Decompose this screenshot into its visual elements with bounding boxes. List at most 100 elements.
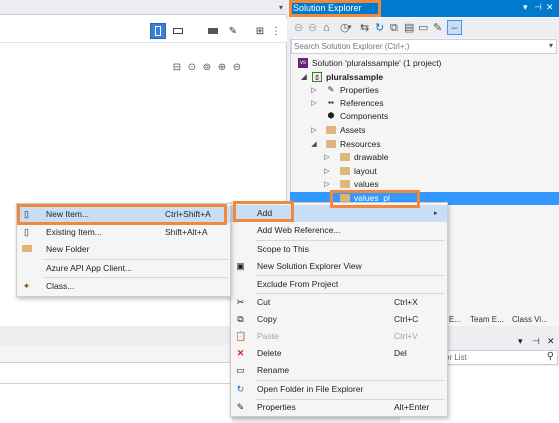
dropdown-icon[interactable]: ▾ [518,336,523,347]
new-folder-icon [21,244,32,255]
menu-item-class[interactable]: ✦ Class... [17,278,230,295]
tab-class-view[interactable]: Class Vi... [512,315,548,324]
zoom-in-icon[interactable]: ⊕ [215,61,229,75]
menu-item-existing-item[interactable]: ▯ Existing Item... Shift+Alt+A [17,224,230,241]
menu-item-new-folder[interactable]: New Folder [17,241,230,258]
tree-item-values[interactable]: ▷ values [290,178,559,191]
settings-icon[interactable]: ⋮ [268,23,284,39]
menu-item-add[interactable]: Add ▸ [231,205,447,222]
collapsed-arrow-icon[interactable]: ▷ [323,165,331,178]
phone-landscape-icon[interactable] [170,23,186,39]
chevron-down-icon[interactable]: ▾ [279,3,283,12]
minimize-icon[interactable]: ‒ [447,20,462,35]
zoom-actual-icon[interactable]: ⊙ [185,61,199,75]
folder-icon [340,167,350,175]
folder-icon [340,180,350,188]
collapse-all-icon[interactable]: ⧉ [390,21,398,35]
folder-icon [326,140,336,148]
tree-item-assets[interactable]: ▷ Assets [290,124,559,137]
existing-item-icon: ▯ [24,227,29,237]
solution-explorer-title: Solution Explorer [293,3,362,13]
collapsed-arrow-icon[interactable]: ▷ [310,97,318,110]
cut-icon: ✂ [236,297,245,307]
collapsed-arrow-icon[interactable]: ▷ [323,151,331,164]
submenu-arrow-icon: ▸ [434,210,438,217]
zoom-out-icon[interactable]: ⊖ [230,61,244,75]
tree-item-components[interactable]: ⬢ Components [290,110,559,123]
expanded-arrow-icon[interactable]: ◢ [300,71,308,84]
view-code-icon[interactable]: ▭ [418,21,428,35]
references-icon: ▪▪ [328,98,334,107]
folder-icon [340,153,350,161]
solution-explorer-toolbar: ⊖ ⊖ ⌂ ◷ ▾ ⇆ ↻ ⧉ ▤ ▭ ✎ ‒ [290,18,559,38]
tree-item-project[interactable]: ◢ ▯ pluralssample [290,71,559,84]
phone-portrait-icon[interactable] [150,23,166,39]
menu-item-properties[interactable]: ✎ Properties Alt+Enter [231,399,447,416]
new-view-icon: ▣ [236,261,245,271]
folder-icon [326,126,336,134]
components-icon: ⬢ [327,111,335,120]
editor-tab-strip: ▾ [0,0,287,15]
delete-icon: ✕ [236,348,245,358]
context-menu: Add ▸ Add Web Reference... Scope to This… [230,202,448,417]
tree-item-layout[interactable]: ▷ layout [290,165,559,178]
menu-item-new-solution-explorer-view[interactable]: ▣ New Solution Explorer View [231,258,447,275]
collapsed-arrow-icon[interactable]: ▷ [310,124,318,137]
menu-item-copy[interactable]: ⧉ Copy Ctrl+C [231,311,447,328]
menu-item-add-web-reference[interactable]: Add Web Reference... [231,222,447,239]
chevron-down-icon[interactable]: ▾ [348,21,352,35]
search-solution-explorer[interactable]: ▾ [291,39,557,54]
tree-item-properties[interactable]: ▷ ✎ Properties [290,84,559,97]
home-icon[interactable]: ⌂ [323,21,330,35]
fit-icon[interactable]: ⊟ [170,61,184,75]
menu-item-exclude-from-project[interactable]: Exclude From Project [231,276,447,293]
show-all-files-icon[interactable]: ▤ [404,21,414,35]
menu-item-cut[interactable]: ✂ Cut Ctrl+X [231,294,447,311]
close-icon[interactable]: ✕ [546,2,554,13]
lower-right-search-placeholder: or List [445,353,467,362]
forward-icon[interactable]: ⊖ [308,21,317,35]
device-icon[interactable] [205,23,221,39]
tree-item-drawable[interactable]: ▷ drawable [290,151,559,164]
tree-item-solution[interactable]: vs Solution 'pluralssample' (1 project) [290,57,559,70]
menu-item-scope-to-this[interactable]: Scope to This [231,241,447,258]
search-icon[interactable]: ⚲ [547,351,554,362]
tree-item-references[interactable]: ▷ ▪▪ References [290,97,559,110]
menu-item-rename[interactable]: ▭ Rename [231,362,447,379]
search-options-icon[interactable]: ▾ [549,41,553,50]
wrench-icon: ✎ [236,402,245,412]
copy-icon: ⧉ [237,314,244,324]
pin-icon[interactable]: ⊣ [534,2,542,13]
folder-icon [340,194,350,202]
menu-item-paste[interactable]: 📋 Paste Ctrl+V [231,328,447,345]
collapsed-arrow-icon[interactable]: ▷ [323,178,331,191]
tree-item-resources[interactable]: ◢ Resources [290,138,559,151]
zoom-fit-icon[interactable]: ⊚ [200,61,214,75]
tab-team-explorer[interactable]: Team E... [470,315,504,324]
pin-icon[interactable]: ⊣ [532,336,540,347]
tab-solution-explorer[interactable]: E... [449,315,461,324]
close-icon[interactable]: ✕ [547,336,555,347]
sync-icon[interactable]: ⇆ [360,21,369,35]
expanded-arrow-icon[interactable]: ◢ [310,138,318,151]
refresh-icon[interactable]: ↻ [375,21,384,35]
open-folder-icon: ↻ [236,384,245,394]
grid-icon[interactable]: ⊞ [252,23,268,39]
menu-item-open-folder-in-file-explorer[interactable]: ↻ Open Folder in File Explorer [231,381,447,398]
menu-item-azure-api-app-client[interactable]: Azure API App Client... [17,260,230,277]
designer-toolbar: ✎ ⊞ ⋮ [0,19,287,43]
output-pane-header [0,370,232,384]
add-submenu: ▯ New Item... Ctrl+Shift+A ▯ Existing It… [16,203,231,297]
solution-icon: vs [298,58,308,68]
wrench-icon[interactable]: ✎ [433,21,442,35]
back-icon[interactable]: ⊖ [294,21,303,35]
new-item-icon: ▯ [24,209,29,219]
menu-item-new-item[interactable]: ▯ New Item... Ctrl+Shift+A [17,206,230,223]
search-input[interactable] [294,40,534,53]
menu-item-delete[interactable]: ✕ Delete Del [231,345,447,362]
brush-icon[interactable]: ✎ [225,23,241,39]
rename-icon: ▭ [236,365,245,375]
collapsed-arrow-icon[interactable]: ▷ [310,84,318,97]
zoom-controls: ⊟ ⊙ ⊚ ⊕ ⊖ [170,61,256,77]
dropdown-icon[interactable]: ▾ [523,2,528,13]
